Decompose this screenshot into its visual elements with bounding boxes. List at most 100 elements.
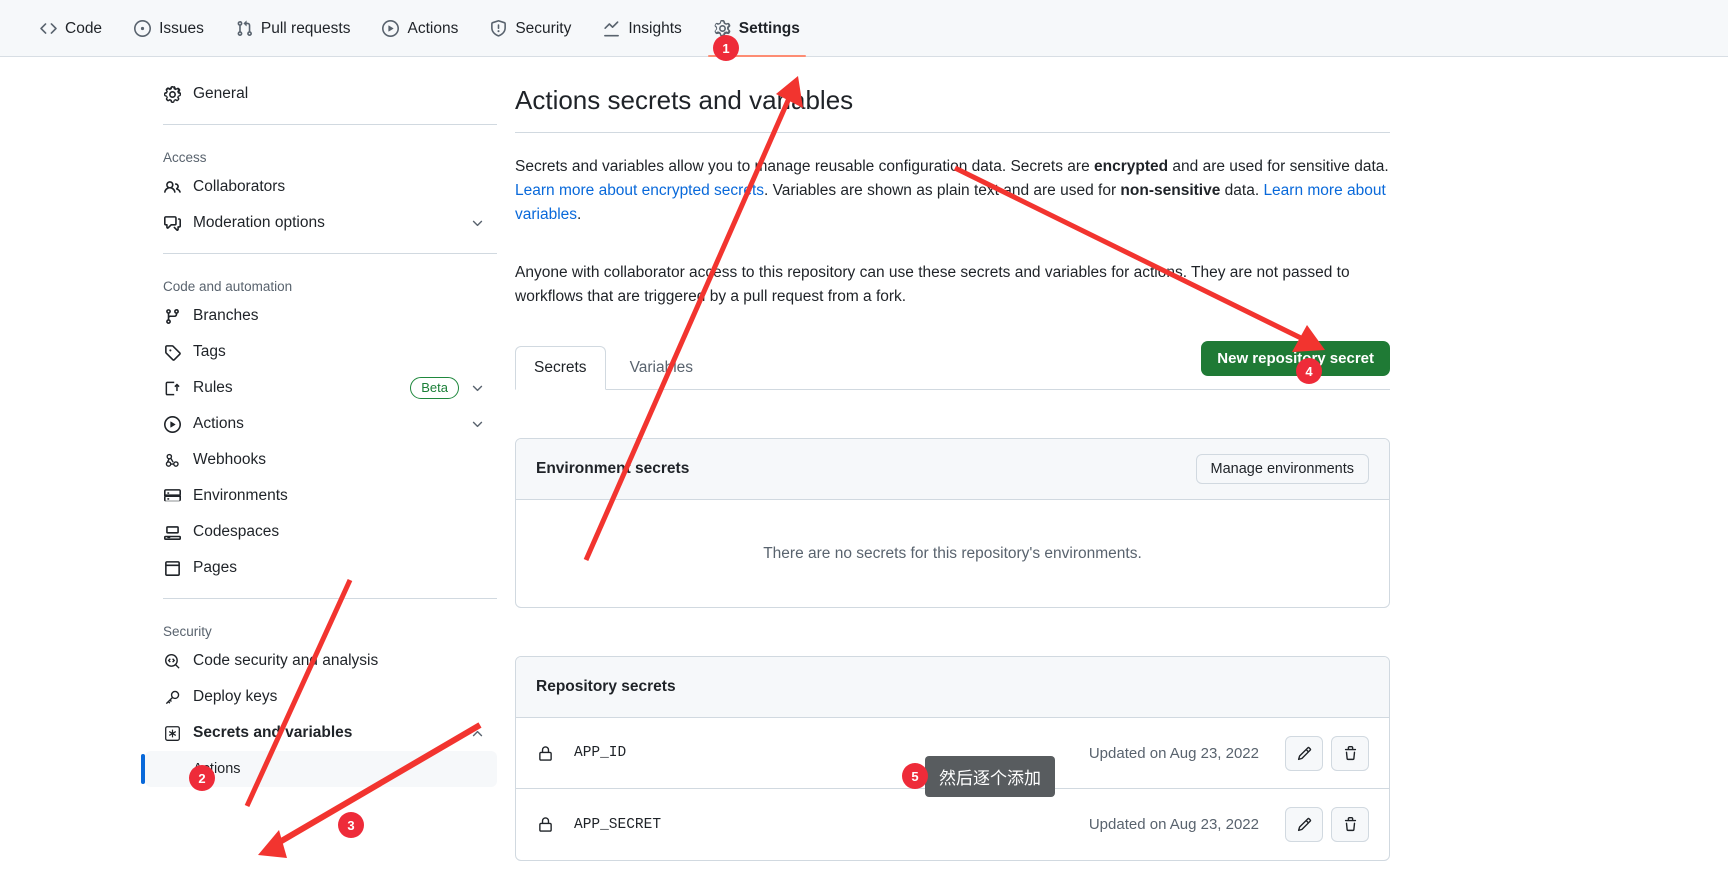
nav-item-actions[interactable]: Actions <box>366 0 474 57</box>
chevron-down-icon[interactable] <box>469 380 485 396</box>
edit-icon[interactable] <box>1285 807 1323 842</box>
sidebar-item-label: Secrets and variables <box>193 724 353 741</box>
trash-icon[interactable] <box>1331 807 1369 842</box>
link-learn-more-encrypted-secrets[interactable]: Learn more about encrypted secrets <box>515 182 764 199</box>
asterisk-icon <box>163 724 181 742</box>
secret-updated-date: Updated on Aug 23, 2022 <box>1088 816 1259 833</box>
webhook-icon <box>163 451 181 469</box>
environment-secrets-header: Environment secrets Manage environments <box>516 439 1389 500</box>
sidebar-subitem-actions[interactable]: Actions <box>141 751 497 787</box>
table-row: APP_ID Updated on Aug 23, 2022 <box>516 718 1389 789</box>
tab-variables[interactable]: Variables <box>612 347 711 389</box>
new-repository-secret-button[interactable]: New repository secret <box>1201 341 1390 376</box>
tag-icon <box>163 343 181 361</box>
sidebar-item-general[interactable]: General <box>145 76 497 112</box>
chevron-up-icon[interactable] <box>469 725 485 741</box>
sidebar-item-environments[interactable]: Environments <box>145 478 497 514</box>
shield-icon <box>490 20 507 37</box>
nav-item-security[interactable]: Security <box>474 0 587 57</box>
chevron-down-icon[interactable] <box>469 215 485 231</box>
comment-discussion-icon <box>163 214 181 232</box>
lock-icon <box>536 816 554 834</box>
sidebar-item-webhooks[interactable]: Webhooks <box>145 442 497 478</box>
nav-item-code[interactable]: Code <box>24 0 118 57</box>
lock-icon <box>536 744 554 762</box>
sidebar-item-deploy-keys[interactable]: Deploy keys <box>145 679 497 715</box>
sidebar-item-rules[interactable]: Rules Beta <box>145 370 497 406</box>
sidebar-heading-code-and-automation: Code and automation <box>163 279 293 294</box>
sidebar-item-label: Pages <box>193 559 237 576</box>
repository-secrets-title: Repository secrets <box>536 678 676 695</box>
intro-text-part-1: Secrets and variables allow you to manag… <box>515 158 1095 175</box>
settings-sidebar: General Access Collaborators Moderation … <box>141 76 497 787</box>
sidebar-item-collaborators[interactable]: Collaborators <box>145 169 497 205</box>
intro-text-part-2: and are used for sensitive data. <box>1168 158 1389 175</box>
nav-item-label: Pull requests <box>260 19 351 37</box>
annotation-badge-3: 3 <box>338 812 364 838</box>
tab-secrets[interactable]: Secrets <box>515 346 606 390</box>
sidebar-item-label: Rules <box>193 379 233 396</box>
repository-secrets-panel: Repository secrets APP_ID Updated on Aug… <box>515 656 1390 861</box>
sidebar-item-label: Branches <box>193 307 259 324</box>
graph-icon <box>603 20 620 37</box>
trash-icon[interactable] <box>1331 735 1369 771</box>
rules-icon <box>163 379 181 397</box>
nav-item-issues[interactable]: Issues <box>118 0 220 57</box>
sidebar-item-label: Actions <box>193 415 244 432</box>
nav-selected-underline <box>707 55 806 57</box>
issue-opened-icon <box>134 20 152 37</box>
secret-updated-date: Updated on Aug 23, 2022 <box>1088 744 1259 762</box>
intro-bold-encrypted: encrypted <box>1094 158 1169 175</box>
nav-item-label: Settings <box>738 19 800 37</box>
people-icon <box>163 178 181 196</box>
codescan-icon <box>163 652 181 670</box>
intro-text-part-5: . <box>577 206 582 223</box>
secret-name: APP_SECRET <box>574 816 662 833</box>
sidebar-divider-1 <box>163 124 497 125</box>
sidebar-heading-security: Security <box>163 624 212 639</box>
sidebar-item-pages[interactable]: Pages <box>145 550 497 586</box>
sidebar-item-label: Codespaces <box>193 523 280 540</box>
intro-text-part-4: data. <box>1220 182 1264 199</box>
sidebar-item-actions[interactable]: Actions <box>145 406 497 442</box>
intro-text-part-3: . Variables are shown as plain text and … <box>764 182 1121 199</box>
main-content: Actions secrets and variables Secrets an… <box>515 80 1390 861</box>
sidebar-item-label: Tags <box>193 343 226 360</box>
secrets-variables-tabs-row: Secrets Variables New repository secret <box>515 341 1390 390</box>
nav-item-settings[interactable]: Settings <box>698 0 816 57</box>
beta-badge: Beta <box>410 377 459 399</box>
sidebar-divider-2 <box>163 253 497 254</box>
page-title: Actions secrets and variables <box>515 80 1390 133</box>
repo-top-navigation-bar: Code Issues Pull requests Actions Securi <box>0 0 1728 57</box>
key-icon <box>163 688 181 706</box>
nav-item-insights[interactable]: Insights <box>587 0 697 57</box>
edit-icon[interactable] <box>1285 735 1323 771</box>
sidebar-item-label: Moderation options <box>193 214 325 231</box>
intro-paragraph-2: Anyone with collaborator access to this … <box>515 264 1350 305</box>
play-icon <box>382 20 400 37</box>
repository-secrets-header: Repository secrets <box>516 657 1389 718</box>
sidebar-item-secrets-and-variables[interactable]: Secrets and variables <box>145 715 497 751</box>
manage-environments-button[interactable]: Manage environments <box>1195 454 1369 484</box>
git-pull-request-icon <box>236 20 253 37</box>
sidebar-item-label: Webhooks <box>193 451 266 468</box>
table-row: APP_SECRET Updated on Aug 23, 2022 <box>516 789 1389 860</box>
play-icon <box>163 415 181 433</box>
chevron-down-icon[interactable] <box>469 416 485 432</box>
nav-item-label: Insights <box>628 19 682 37</box>
sidebar-item-code-security-and-analysis[interactable]: Code security and analysis <box>145 643 497 679</box>
gear-icon <box>163 85 181 103</box>
sidebar-item-label: Deploy keys <box>193 688 278 705</box>
sidebar-item-moderation-options[interactable]: Moderation options <box>145 205 497 241</box>
sidebar-item-label: Collaborators <box>193 178 286 195</box>
nav-item-pull-requests[interactable]: Pull requests <box>220 0 367 57</box>
sidebar-item-codespaces[interactable]: Codespaces <box>145 514 497 550</box>
sidebar-item-branches[interactable]: Branches <box>145 298 497 334</box>
intro-paragraph-1: Secrets and variables allow you to manag… <box>515 155 1390 227</box>
sidebar-item-label: Code security and analysis <box>193 652 379 669</box>
sidebar-item-label: Environments <box>193 487 288 504</box>
environment-secrets-panel: Environment secrets Manage environments … <box>515 438 1390 608</box>
sidebar-item-tags[interactable]: Tags <box>145 334 497 370</box>
sidebar-divider-3 <box>163 598 497 599</box>
git-branch-icon <box>163 307 181 325</box>
